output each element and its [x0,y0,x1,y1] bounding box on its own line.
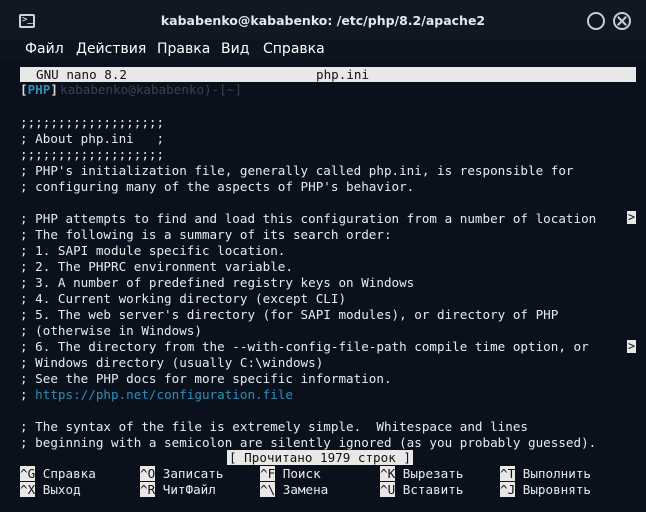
shortcut-key: ^R [140,482,156,497]
text-line: ; 3. A number of predefined registry key… [20,275,415,290]
menu-bar: Файл Действия Правка Вид Справка [0,40,646,62]
line-continues-marker: > [627,210,636,224]
text-line: ; 5. The web server's directory (for SAP… [20,307,559,322]
title-bar: >_ kababenko@kababenko: /etc/php/8.2/apa… [0,0,646,40]
shortcut-read-file[interactable]: ^R ЧитФайл [140,482,216,498]
text-line: ; 1. SAPI module specific location. [20,243,286,258]
nano-version: GNU nano 8.2 [36,67,127,82]
minimize-button[interactable] [587,12,605,30]
shortcut-key: ^U [380,482,396,497]
shortcut-label: Записать [162,466,224,481]
text-line: ; 6. The directory from the --with-confi… [20,339,589,354]
text-line [20,195,596,211]
menu-actions[interactable]: Действия [76,41,146,57]
menu-file[interactable]: Файл [25,41,64,57]
nano-filename: php.ini [316,67,370,82]
text-line: ; configuring many of the aspects of PHP… [20,179,415,194]
shortcut-key: ^K [380,466,396,481]
shortcut-cut[interactable]: ^K Вырезать [380,466,463,482]
shortcut-key: ^X [20,482,36,497]
menu-edit[interactable]: Правка [157,41,210,57]
shortcut-paste[interactable]: ^U Вставить [380,482,463,498]
shortcut-replace[interactable]: ^\ Замена [260,482,328,498]
text-line: ; beginning with a semicolon are silentl… [20,435,597,450]
terminal-area[interactable]: GNU nano 8.2 php.ini [PHP] kababenko@kab… [0,62,646,512]
status-message: [ Прочитано 1979 строк ] [227,450,413,465]
shortcut-label: Вырезать [402,466,464,481]
syntax-bracket-close: ] [50,82,58,97]
nano-header-bar: GNU nano 8.2 php.ini [20,67,636,82]
shortcut-key: ^\ [260,482,276,497]
shortcut-key: ^J [500,482,516,497]
shortcut-key: ^T [500,466,516,481]
shortcut-label: Выровнять [522,482,592,497]
shortcut-exit[interactable]: ^X Выход [20,482,81,498]
text-line: ; The syntax of the file is extremely si… [20,419,528,434]
text-line: ; The following is a summary of its sear… [20,227,392,242]
text-line: ; Windows directory (usually C:\windows) [20,355,324,370]
syntax-label: PHP [27,82,51,97]
shortcut-bar: ^G Справка ^O Записать ^F Поиск ^K Вырез… [20,466,636,500]
text-line: ; 2. The PHPRC environment variable. [20,259,293,274]
shortcut-write[interactable]: ^O Записать [140,466,223,482]
shortcut-label: Выполнить [522,466,592,481]
shortcut-label: Вставить [402,482,464,497]
file-content[interactable]: ;;;;;;;;;;;;;;;;;;; ; About php.ini ; ;;… [20,115,596,451]
shortcut-label: ЧитФайл [162,482,216,497]
menu-help[interactable]: Справка [263,41,325,57]
shortcut-key: ^O [140,466,156,481]
text-line: ; PHP attempts to find and load this con… [20,211,597,226]
text-line: ; PHP's initialization file, generally c… [20,163,574,178]
menu-view[interactable]: Вид [221,41,249,57]
background-prompt-text: kababenko@kababenko)-[~] [60,82,242,97]
shortcut-execute[interactable]: ^T Выполнить [500,466,591,482]
url-link[interactable]: https://php.net/configuration.file [35,387,293,402]
window-title: kababenko@kababenko: /etc/php/8.2/apache… [160,13,486,28]
shortcut-label: Выход [42,482,81,497]
text-line: ; (otherwise in Windows) [20,323,202,338]
text-line: ; 4. Current working directory (except C… [20,291,347,306]
shortcut-label: Поиск [282,466,321,481]
shortcut-justify[interactable]: ^J Выровнять [500,482,591,498]
shortcut-help[interactable]: ^G Справка [20,466,96,482]
shortcut-key: ^G [20,466,36,481]
close-button[interactable] [613,12,631,30]
shortcut-key: ^F [260,466,276,481]
syntax-indicator: [PHP] [20,83,60,97]
text-line: ;;;;;;;;;;;;;;;;;;; [20,147,165,162]
shortcut-search[interactable]: ^F Поиск [260,466,321,482]
shortcut-label: Справка [42,466,96,481]
line-continues-marker: > [627,339,636,353]
text-line: ; About php.ini ; [20,131,165,146]
text-line: ;;;;;;;;;;;;;;;;;;; [20,115,165,130]
shortcut-label: Замена [282,482,329,497]
url-line-prefix: ; [20,387,36,402]
text-line [20,403,596,419]
syntax-bracket-open: [ [20,82,28,97]
text-line: ; See the PHP docs for more specific inf… [20,371,392,386]
url-line: ; https://php.net/configuration.file [20,387,596,403]
